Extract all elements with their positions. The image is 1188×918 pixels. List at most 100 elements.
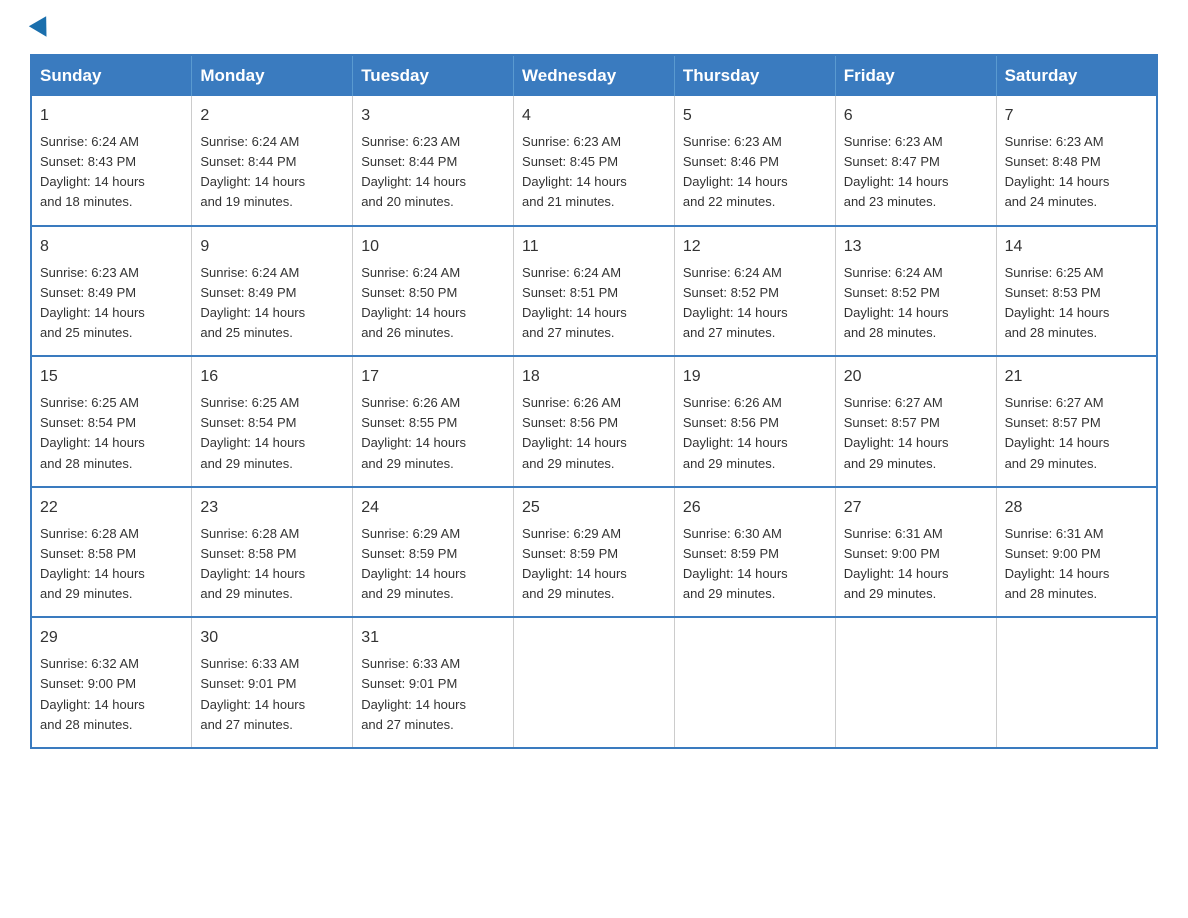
calendar-cell: 16 Sunrise: 6:25 AMSunset: 8:54 PMDaylig…: [192, 356, 353, 487]
calendar-cell: 9 Sunrise: 6:24 AMSunset: 8:49 PMDayligh…: [192, 226, 353, 357]
calendar-cell: [514, 617, 675, 748]
calendar-cell: 3 Sunrise: 6:23 AMSunset: 8:44 PMDayligh…: [353, 96, 514, 226]
day-info: Sunrise: 6:33 AMSunset: 9:01 PMDaylight:…: [361, 654, 505, 735]
day-number: 21: [1005, 365, 1148, 389]
calendar-cell: 30 Sunrise: 6:33 AMSunset: 9:01 PMDaylig…: [192, 617, 353, 748]
day-number: 10: [361, 235, 505, 259]
day-info: Sunrise: 6:28 AMSunset: 8:58 PMDaylight:…: [200, 524, 344, 605]
day-number: 9: [200, 235, 344, 259]
page-header: [30, 20, 1158, 34]
day-number: 5: [683, 104, 827, 128]
day-info: Sunrise: 6:26 AMSunset: 8:55 PMDaylight:…: [361, 393, 505, 474]
day-number: 24: [361, 496, 505, 520]
column-header-saturday: Saturday: [996, 55, 1157, 96]
calendar-cell: 11 Sunrise: 6:24 AMSunset: 8:51 PMDaylig…: [514, 226, 675, 357]
calendar-cell: 24 Sunrise: 6:29 AMSunset: 8:59 PMDaylig…: [353, 487, 514, 618]
column-header-friday: Friday: [835, 55, 996, 96]
calendar-cell: 12 Sunrise: 6:24 AMSunset: 8:52 PMDaylig…: [674, 226, 835, 357]
day-number: 20: [844, 365, 988, 389]
day-info: Sunrise: 6:23 AMSunset: 8:49 PMDaylight:…: [40, 263, 183, 344]
day-number: 18: [522, 365, 666, 389]
column-header-wednesday: Wednesday: [514, 55, 675, 96]
calendar-cell: [996, 617, 1157, 748]
calendar-cell: 2 Sunrise: 6:24 AMSunset: 8:44 PMDayligh…: [192, 96, 353, 226]
day-number: 31: [361, 626, 505, 650]
day-number: 26: [683, 496, 827, 520]
day-info: Sunrise: 6:28 AMSunset: 8:58 PMDaylight:…: [40, 524, 183, 605]
calendar-cell: 23 Sunrise: 6:28 AMSunset: 8:58 PMDaylig…: [192, 487, 353, 618]
day-info: Sunrise: 6:24 AMSunset: 8:50 PMDaylight:…: [361, 263, 505, 344]
day-info: Sunrise: 6:24 AMSunset: 8:51 PMDaylight:…: [522, 263, 666, 344]
calendar-week-row: 22 Sunrise: 6:28 AMSunset: 8:58 PMDaylig…: [31, 487, 1157, 618]
column-header-tuesday: Tuesday: [353, 55, 514, 96]
day-info: Sunrise: 6:24 AMSunset: 8:52 PMDaylight:…: [683, 263, 827, 344]
day-number: 12: [683, 235, 827, 259]
calendar-cell: 4 Sunrise: 6:23 AMSunset: 8:45 PMDayligh…: [514, 96, 675, 226]
calendar-cell: [835, 617, 996, 748]
day-number: 8: [40, 235, 183, 259]
day-info: Sunrise: 6:24 AMSunset: 8:44 PMDaylight:…: [200, 132, 344, 213]
calendar-cell: 31 Sunrise: 6:33 AMSunset: 9:01 PMDaylig…: [353, 617, 514, 748]
day-number: 27: [844, 496, 988, 520]
calendar-cell: [674, 617, 835, 748]
calendar-cell: 15 Sunrise: 6:25 AMSunset: 8:54 PMDaylig…: [31, 356, 192, 487]
calendar-week-row: 8 Sunrise: 6:23 AMSunset: 8:49 PMDayligh…: [31, 226, 1157, 357]
column-header-thursday: Thursday: [674, 55, 835, 96]
day-info: Sunrise: 6:26 AMSunset: 8:56 PMDaylight:…: [683, 393, 827, 474]
day-number: 14: [1005, 235, 1148, 259]
day-info: Sunrise: 6:26 AMSunset: 8:56 PMDaylight:…: [522, 393, 666, 474]
day-info: Sunrise: 6:31 AMSunset: 9:00 PMDaylight:…: [844, 524, 988, 605]
day-number: 13: [844, 235, 988, 259]
day-number: 1: [40, 104, 183, 128]
day-number: 15: [40, 365, 183, 389]
calendar-cell: 28 Sunrise: 6:31 AMSunset: 9:00 PMDaylig…: [996, 487, 1157, 618]
day-number: 25: [522, 496, 666, 520]
calendar-header-row: SundayMondayTuesdayWednesdayThursdayFrid…: [31, 55, 1157, 96]
day-number: 11: [522, 235, 666, 259]
day-info: Sunrise: 6:32 AMSunset: 9:00 PMDaylight:…: [40, 654, 183, 735]
calendar-cell: 1 Sunrise: 6:24 AMSunset: 8:43 PMDayligh…: [31, 96, 192, 226]
calendar-cell: 13 Sunrise: 6:24 AMSunset: 8:52 PMDaylig…: [835, 226, 996, 357]
day-number: 22: [40, 496, 183, 520]
day-number: 2: [200, 104, 344, 128]
day-info: Sunrise: 6:31 AMSunset: 9:00 PMDaylight:…: [1005, 524, 1148, 605]
column-header-monday: Monday: [192, 55, 353, 96]
day-info: Sunrise: 6:33 AMSunset: 9:01 PMDaylight:…: [200, 654, 344, 735]
day-number: 23: [200, 496, 344, 520]
calendar-week-row: 29 Sunrise: 6:32 AMSunset: 9:00 PMDaylig…: [31, 617, 1157, 748]
calendar-week-row: 15 Sunrise: 6:25 AMSunset: 8:54 PMDaylig…: [31, 356, 1157, 487]
day-info: Sunrise: 6:23 AMSunset: 8:44 PMDaylight:…: [361, 132, 505, 213]
day-info: Sunrise: 6:27 AMSunset: 8:57 PMDaylight:…: [1005, 393, 1148, 474]
day-info: Sunrise: 6:30 AMSunset: 8:59 PMDaylight:…: [683, 524, 827, 605]
day-info: Sunrise: 6:25 AMSunset: 8:54 PMDaylight:…: [40, 393, 183, 474]
calendar-cell: 26 Sunrise: 6:30 AMSunset: 8:59 PMDaylig…: [674, 487, 835, 618]
calendar-cell: 5 Sunrise: 6:23 AMSunset: 8:46 PMDayligh…: [674, 96, 835, 226]
day-info: Sunrise: 6:27 AMSunset: 8:57 PMDaylight:…: [844, 393, 988, 474]
day-number: 19: [683, 365, 827, 389]
calendar-week-row: 1 Sunrise: 6:24 AMSunset: 8:43 PMDayligh…: [31, 96, 1157, 226]
logo: [30, 20, 52, 34]
day-number: 4: [522, 104, 666, 128]
day-number: 17: [361, 365, 505, 389]
day-info: Sunrise: 6:23 AMSunset: 8:47 PMDaylight:…: [844, 132, 988, 213]
column-header-sunday: Sunday: [31, 55, 192, 96]
calendar-table: SundayMondayTuesdayWednesdayThursdayFrid…: [30, 54, 1158, 749]
day-info: Sunrise: 6:23 AMSunset: 8:48 PMDaylight:…: [1005, 132, 1148, 213]
day-info: Sunrise: 6:29 AMSunset: 8:59 PMDaylight:…: [522, 524, 666, 605]
day-number: 28: [1005, 496, 1148, 520]
day-number: 7: [1005, 104, 1148, 128]
calendar-cell: 29 Sunrise: 6:32 AMSunset: 9:00 PMDaylig…: [31, 617, 192, 748]
calendar-cell: 17 Sunrise: 6:26 AMSunset: 8:55 PMDaylig…: [353, 356, 514, 487]
calendar-cell: 21 Sunrise: 6:27 AMSunset: 8:57 PMDaylig…: [996, 356, 1157, 487]
calendar-cell: 8 Sunrise: 6:23 AMSunset: 8:49 PMDayligh…: [31, 226, 192, 357]
day-info: Sunrise: 6:25 AMSunset: 8:53 PMDaylight:…: [1005, 263, 1148, 344]
day-info: Sunrise: 6:23 AMSunset: 8:45 PMDaylight:…: [522, 132, 666, 213]
day-number: 16: [200, 365, 344, 389]
day-number: 29: [40, 626, 183, 650]
calendar-cell: 10 Sunrise: 6:24 AMSunset: 8:50 PMDaylig…: [353, 226, 514, 357]
logo-triangle-icon: [29, 16, 55, 42]
day-number: 30: [200, 626, 344, 650]
calendar-cell: 18 Sunrise: 6:26 AMSunset: 8:56 PMDaylig…: [514, 356, 675, 487]
calendar-cell: 6 Sunrise: 6:23 AMSunset: 8:47 PMDayligh…: [835, 96, 996, 226]
calendar-cell: 14 Sunrise: 6:25 AMSunset: 8:53 PMDaylig…: [996, 226, 1157, 357]
